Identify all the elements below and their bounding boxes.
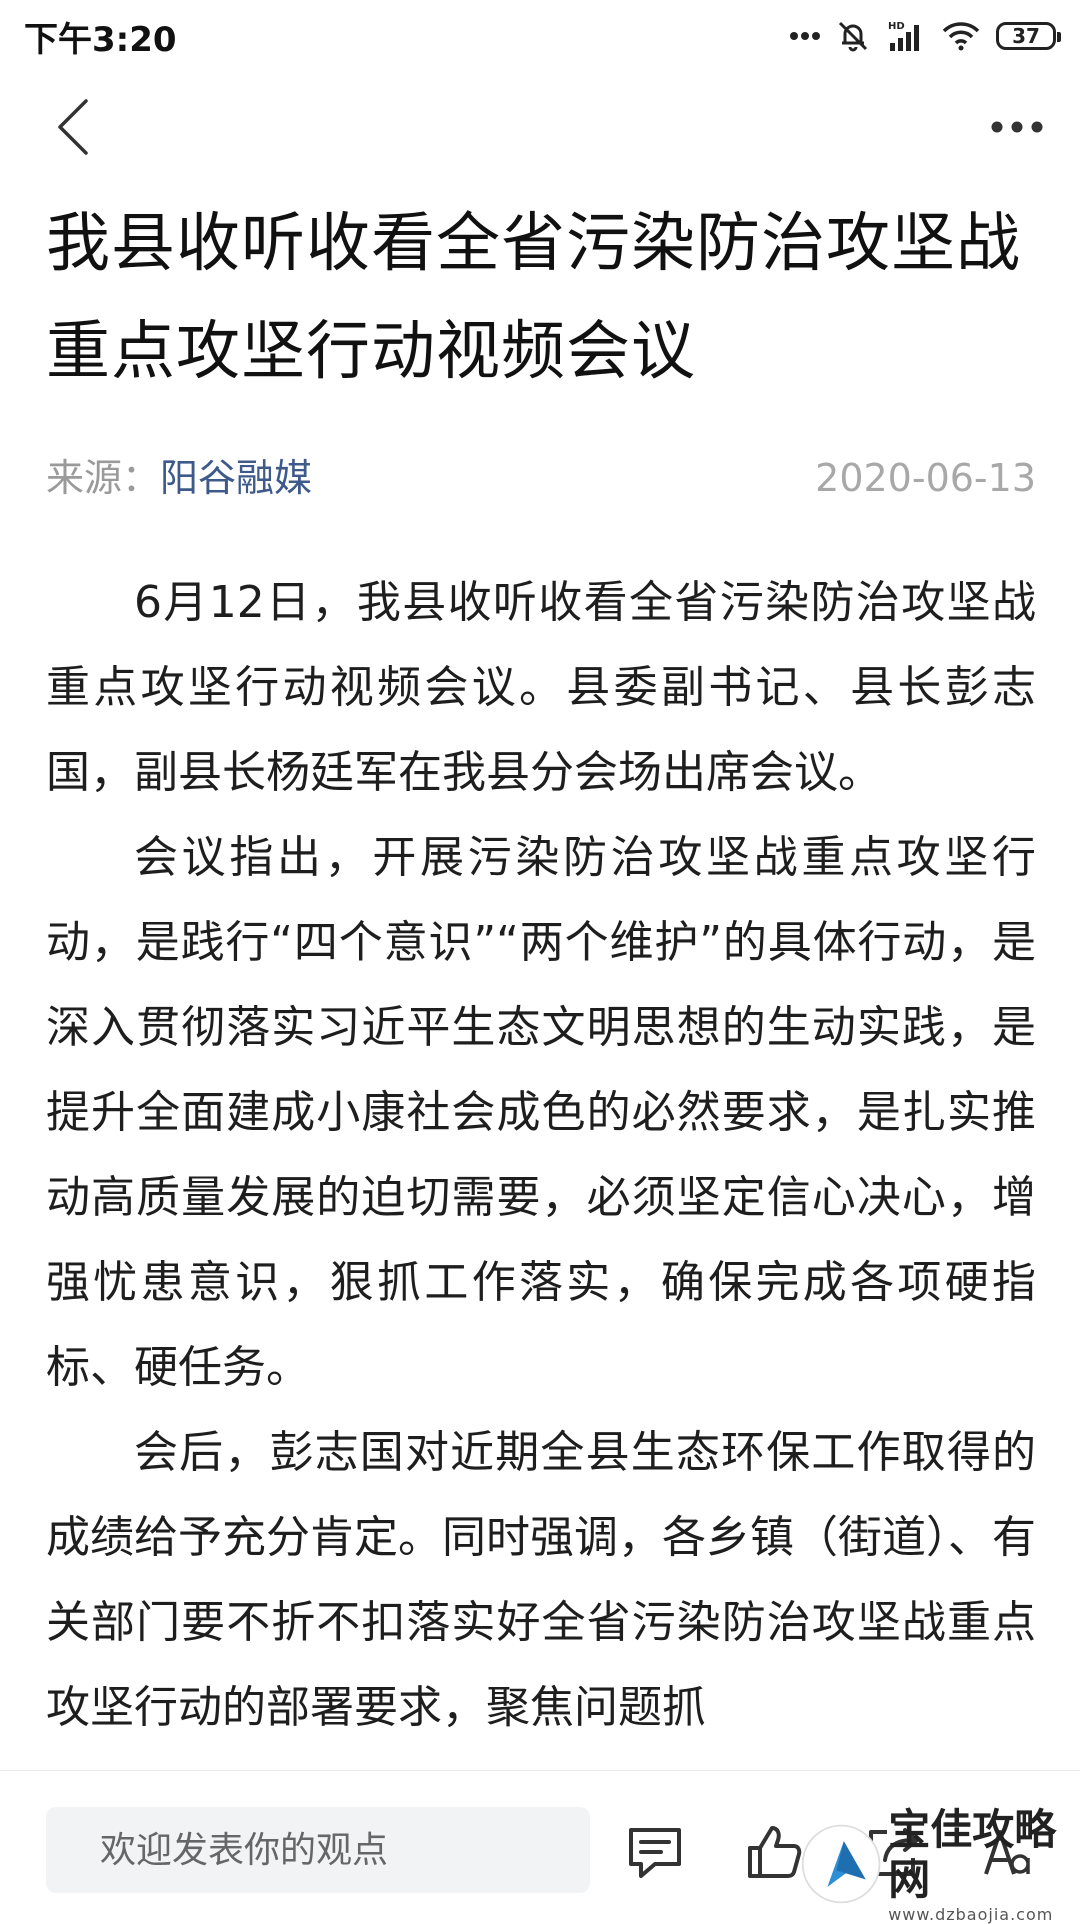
status-bar: 下午3:20 HD 37	[0, 0, 1080, 72]
more-dots-icon	[790, 32, 820, 40]
back-chevron-icon	[58, 99, 88, 155]
source-label: 来源：	[46, 456, 161, 500]
watermark-title: 宝佳攻略网	[888, 1804, 1057, 1904]
battery-icon: 37	[996, 22, 1061, 50]
comment-icon	[629, 1828, 681, 1878]
comment-button[interactable]	[620, 1817, 690, 1887]
back-button[interactable]	[52, 97, 92, 157]
article-title: 我县收听收看全省污染防治攻坚战 重点攻坚行动视频会议	[46, 207, 1021, 389]
paragraph: 6月12日，我县收听收看全省污染防治攻坚战重点攻坚行动视频会议。县委副书记、县长…	[46, 577, 1036, 798]
source-link[interactable]: 阳谷融媒	[160, 456, 312, 500]
watermark-text: 宝佳攻略网 www.dzbaojia.com	[888, 1805, 1080, 1924]
svg-text:HD: HD	[888, 21, 905, 32]
article-body: 6月12日，我县收听收看全省污染防治攻坚战重点攻坚行动视频会议。县委副书记、县长…	[46, 560, 1036, 1750]
article-source: 来源：阳谷融媒	[46, 448, 312, 508]
more-options-icon	[991, 121, 1043, 133]
article-meta: 来源：阳谷融媒 2020-06-13	[46, 448, 1036, 508]
site-watermark: 宝佳攻略网 www.dzbaojia.com	[800, 1805, 1080, 1924]
paragraph: 会后，彭志国对近期全县生态环保工作取得的成绩给予充分肯定。同时强调，各乡镇（街道…	[46, 1427, 1036, 1733]
nav-bar	[0, 72, 1080, 182]
publish-date: 2020-06-13	[815, 456, 1036, 500]
comment-input[interactable]	[46, 1807, 590, 1893]
status-icons: HD 37	[790, 19, 1061, 53]
more-options-button[interactable]	[990, 120, 1044, 134]
watermark-logo-icon	[801, 1824, 881, 1904]
watermark-url: www.dzbaojia.com	[888, 1904, 1054, 1924]
paragraph: 会议指出，开展污染防治攻坚战重点攻坚行动，是践行“四个意识”“两个维护”的具体行…	[46, 832, 1036, 1393]
status-time: 下午3:20	[24, 19, 177, 60]
bell-off-icon	[838, 21, 868, 52]
battery-level: 37	[1012, 24, 1040, 48]
like-icon	[748, 1826, 802, 1878]
hd-signal-icon: HD	[888, 21, 919, 51]
wifi-icon	[942, 22, 980, 51]
